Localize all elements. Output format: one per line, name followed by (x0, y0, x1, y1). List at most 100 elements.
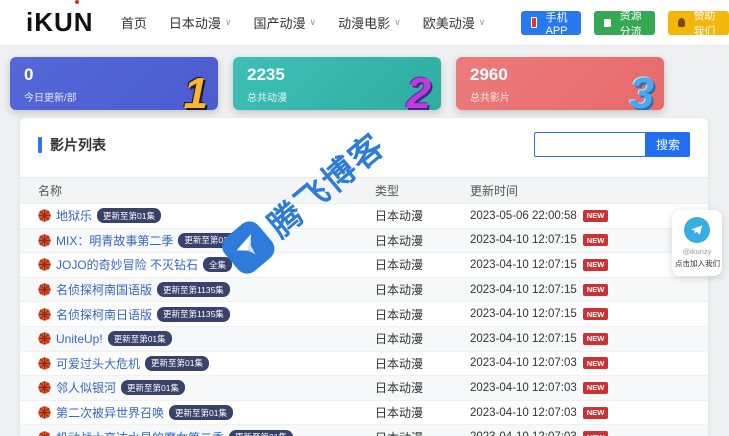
table-row: 名侦探柯南国语版 更新至第1135集 日本动漫 2023-04-10 12:07… (20, 277, 708, 303)
telegram-icon (684, 217, 710, 243)
nav-menu-item[interactable]: 欧美动漫 ∨ (423, 13, 486, 32)
table-row: 可爱过头大危机 更新至第01集 日本动漫 2023-04-10 12:07:03… (20, 351, 708, 377)
phone-icon (531, 17, 538, 28)
stat-value: 2235 (247, 65, 285, 84)
update-time: 2023-05-06 22:00:58 (470, 209, 577, 222)
new-badge: NEW (582, 308, 609, 321)
video-title-link[interactable]: 机动战士高达水星的魔女第二季 (56, 429, 224, 436)
episode-badge: 更新至第01集 (169, 405, 233, 421)
video-title-link[interactable]: 名侦探柯南国语版 (56, 281, 152, 298)
type-cell: 日本动漫 (375, 406, 424, 421)
video-title-link[interactable]: 第二次被异世界召唤 (56, 404, 164, 421)
column-header-name: 名称 (38, 184, 63, 198)
video-title-link[interactable]: UniteUp! (56, 332, 103, 346)
nav-menu-item-label: 动漫电影 (338, 16, 391, 31)
basketball-icon (38, 209, 51, 222)
type-cell: 日本动漫 (375, 381, 424, 396)
telegram-handle: @ikunzy (682, 247, 712, 256)
video-title-link[interactable]: 地狱乐 (56, 207, 92, 224)
name-cell: 名侦探柯南日语版 更新至第1135集 (38, 306, 375, 323)
chevron-down-icon: ∨ (309, 17, 317, 27)
new-badge: NEW (582, 381, 609, 394)
new-badge: NEW (582, 258, 609, 271)
name-cell: 邻人似银河 更新至第01集 (38, 379, 375, 396)
chevron-down-icon: ∨ (478, 17, 486, 27)
nav-menu: 首页 日本动漫 ∨ 国产动漫 ∨ 动漫电影 ∨ 欧美动漫 ∨ (121, 13, 485, 32)
name-cell: MIX：明青故事第二季 更新至第01集 (38, 232, 375, 249)
episode-badge: 更新至第01集 (178, 232, 243, 248)
stat-cards: 0 今日更新/部 1 2235 总共动漫 2 2960 总共影片 3 (10, 57, 664, 110)
video-title-link[interactable]: MIX：明青故事第二季 (56, 232, 173, 249)
hand-icon (678, 18, 685, 27)
episode-badge: 更新至第1135集 (157, 282, 230, 298)
column-header-time: 更新时间 (470, 184, 519, 198)
stat-value: 0 (24, 65, 34, 84)
new-badge: NEW (582, 357, 609, 370)
stat-label: 今日更新/部 (24, 93, 77, 104)
name-cell: UniteUp! 更新至第01集 (38, 331, 375, 347)
table-row: JOJO的奇妙冒险 不灭钻石 全集 日本动漫 2023-04-10 12:07:… (20, 253, 708, 278)
navbar: iKUN 首页 日本动漫 ∨ 国产动漫 ∨ 动漫电影 ∨ 欧美动漫 ∨ 手机AP… (0, 0, 729, 46)
type-cell: 日本动漫 (375, 233, 424, 248)
chevron-down-icon: ∨ (394, 17, 401, 27)
name-cell: 可爱过头大危机 更新至第01集 (38, 355, 375, 372)
resource-mirror-button[interactable]: 资源分流 (593, 10, 656, 38)
table-row: 名侦探柯南日语版 更新至第1135集 日本动漫 2023-04-10 12:07… (20, 302, 708, 327)
update-time: 2023-04-10 12:07:03 (470, 381, 577, 394)
time-cell: 2023-04-10 12:07:03 NEW (470, 357, 708, 370)
new-badge: NEW (582, 283, 609, 296)
rank-digit-1: 1 (183, 69, 208, 111)
episode-badge: 更新至第01集 (107, 331, 172, 347)
table-row: 地狱乐 更新至第01集 日本动漫 2023-05-06 22:00:58 NEW (20, 204, 708, 229)
sponsor-label: 赞助我们 (693, 9, 716, 38)
new-badge: NEW (582, 332, 609, 345)
name-cell: 名侦探柯南国语版 更新至第1135集 (38, 281, 375, 298)
stat-card-total-anime: 2235 总共动漫 2 (233, 57, 441, 110)
basketball-icon (38, 283, 51, 296)
stat-label: 总共影片 (470, 93, 510, 104)
nav-menu-item[interactable]: 日本动漫 ∨ (169, 13, 232, 32)
nav-menu-item-label: 国产动漫 (253, 16, 306, 31)
app-download-label: 手机APP (545, 11, 568, 37)
video-title-link[interactable]: JOJO的奇妙冒险 不灭钻石 (56, 256, 198, 273)
telegram-join-label: 点击加入我们 (675, 259, 720, 268)
video-title-link[interactable]: 可爱过头大危机 (56, 355, 140, 372)
rank-digit-2: 2 (406, 69, 431, 111)
search-group: 搜索 (533, 132, 690, 157)
nav-menu-item-label: 首页 (120, 16, 147, 31)
type-cell: 日本动漫 (375, 332, 424, 347)
search-input[interactable] (533, 132, 646, 157)
site-logo[interactable]: iKUN (26, 0, 99, 38)
episode-badge: 更新至第01集 (229, 429, 293, 436)
type-cell: 日本动漫 (375, 258, 424, 273)
app-download-button[interactable]: 手机APP (521, 10, 581, 37)
table-row: MIX：明青故事第二季 更新至第01集 日本动漫 2023-04-10 12:0… (20, 228, 708, 254)
card-icon (603, 18, 612, 27)
basketball-icon (38, 258, 51, 272)
table-row: UniteUp! 更新至第01集 日本动漫 2023-04-10 12:07:1… (20, 326, 708, 352)
nav-menu-item[interactable]: 国产动漫 ∨ (254, 13, 317, 32)
episode-badge: 更新至第1135集 (157, 306, 230, 322)
stat-value: 2960 (470, 65, 508, 84)
type-cell: 日本动漫 (375, 356, 424, 371)
column-header-type: 类型 (375, 184, 400, 198)
sponsor-button[interactable]: 赞助我们 (668, 10, 729, 38)
update-time: 2023-04-10 12:07:03 (470, 406, 577, 419)
time-cell: 2023-04-10 12:07:03 NEW (470, 406, 708, 419)
update-time: 2023-04-10 12:07:15 (470, 234, 577, 247)
nav-menu-item[interactable]: 动漫电影 ∨ (338, 13, 401, 32)
episode-badge: 更新至第01集 (97, 208, 161, 224)
basketball-icon (38, 381, 51, 395)
name-cell: JOJO的奇妙冒险 不灭钻石 全集 (38, 256, 375, 273)
video-list-panel: 影片列表 搜索 名称 类型 更新时间 地狱乐 更新至第01集 日本动漫 2023… (20, 118, 708, 436)
telegram-float-widget[interactable]: @ikunzy 点击加入我们 (672, 210, 722, 276)
stat-card-today-updates: 0 今日更新/部 1 (10, 57, 218, 110)
update-time: 2023-04-10 12:07:03 (470, 431, 577, 436)
type-cell: 日本动漫 (375, 209, 424, 224)
new-badge: NEW (582, 431, 609, 436)
search-button[interactable]: 搜索 (645, 132, 690, 157)
video-title-link[interactable]: 名侦探柯南日语版 (56, 306, 152, 323)
basketball-icon (38, 406, 51, 419)
nav-menu-item[interactable]: 首页 (121, 13, 147, 32)
video-title-link[interactable]: 邻人似银河 (56, 379, 116, 396)
